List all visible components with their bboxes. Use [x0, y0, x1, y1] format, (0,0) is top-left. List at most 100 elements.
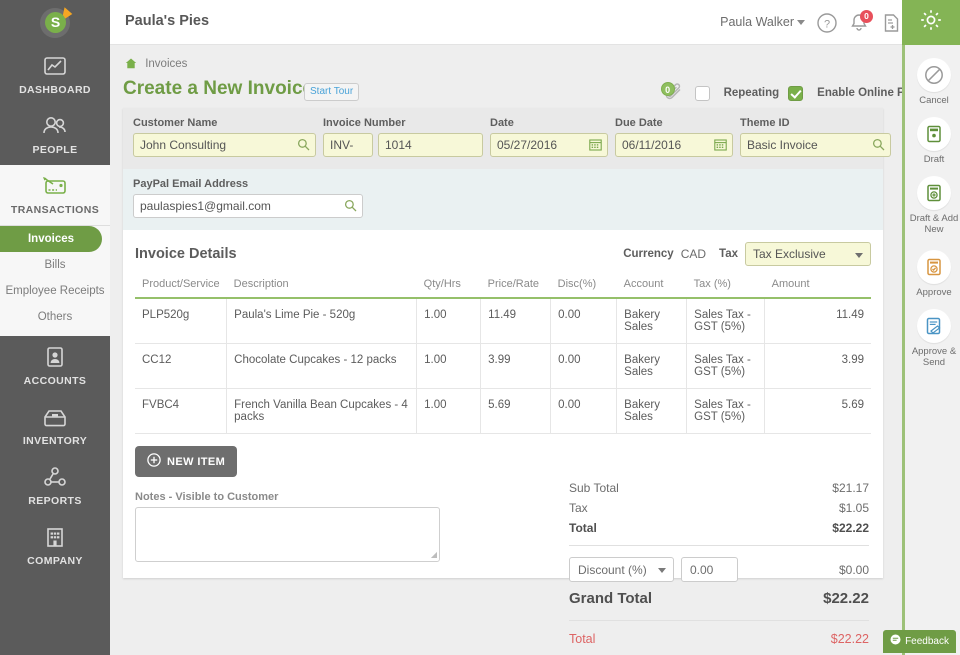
cancel-action-button[interactable]: Cancel — [905, 51, 960, 110]
cell-qty[interactable]: 1.00 — [417, 389, 481, 434]
cell-description[interactable]: Chocolate Cupcakes - 12 packs — [227, 344, 417, 389]
date-input[interactable]: 05/27/2016 — [490, 133, 608, 157]
cell-tax[interactable]: Sales Tax - GST (5%) — [687, 298, 765, 344]
customer-name-value: John Consulting — [140, 138, 226, 152]
sidebar-item-transactions[interactable]: TRANSACTIONS — [0, 165, 110, 225]
action-label: Approve — [907, 287, 960, 298]
cell-price[interactable]: 3.99 — [481, 344, 551, 389]
cell-disc[interactable]: 0.00 — [551, 389, 617, 434]
attachment-button[interactable]: 0 — [662, 83, 686, 103]
calendar-icon[interactable] — [714, 138, 727, 154]
app-logo[interactable]: S — [0, 0, 110, 45]
discount-value-input[interactable]: 0.00 — [681, 557, 738, 582]
invoice-prefix-value: INV- — [330, 138, 353, 152]
repeating-checkbox[interactable] — [695, 86, 710, 101]
due-date-value: 06/11/2016 — [622, 138, 681, 152]
col-description: Description — [227, 274, 417, 298]
sidebar-item-dashboard[interactable]: DASHBOARD — [0, 45, 110, 105]
cell-product[interactable]: FVBC4 — [135, 389, 227, 434]
calendar-icon[interactable] — [589, 138, 602, 154]
notes-textarea[interactable]: ◢ — [135, 507, 440, 562]
cell-product[interactable]: CC12 — [135, 344, 227, 389]
sidebar-item-accounts[interactable]: ACCOUNTS — [0, 336, 110, 396]
cell-description[interactable]: Paula's Lime Pie - 520g — [227, 298, 417, 344]
sidebar-label: PEOPLE — [2, 144, 108, 156]
col-disc: Disc(%) — [551, 274, 617, 298]
cell-price[interactable]: 11.49 — [481, 298, 551, 344]
search-icon[interactable] — [344, 199, 357, 215]
sidebar-item-employee-receipts[interactable]: Employee Receipts — [0, 278, 110, 304]
enable-online-payment-checkbox[interactable] — [788, 86, 803, 101]
sidebar-item-bills[interactable]: Bills — [0, 252, 110, 278]
customer-name-input[interactable]: John Consulting — [133, 133, 316, 157]
resize-handle-icon[interactable]: ◢ — [431, 550, 437, 559]
due-date-input[interactable]: 06/11/2016 — [615, 133, 733, 157]
invoice-card: Customer Name John Consulting Invoice Nu… — [123, 108, 883, 578]
cell-amount: 5.69 — [765, 389, 871, 434]
attachment-count-badge: 0 — [661, 82, 675, 96]
search-icon[interactable] — [872, 138, 885, 154]
col-amount: Amount — [765, 274, 871, 298]
plus-circle-icon — [147, 453, 161, 470]
table-row[interactable]: CC12 Chocolate Cupcakes - 12 packs 1.00 … — [135, 344, 871, 389]
cell-account[interactable]: Bakery Sales — [617, 298, 687, 344]
cell-account[interactable]: Bakery Sales — [617, 389, 687, 434]
approve-check-icon — [917, 250, 951, 284]
cell-description[interactable]: French Vanilla Bean Cupcakes - 4 packs — [227, 389, 417, 434]
start-tour-button[interactable]: Start Tour — [304, 83, 359, 101]
theme-id-value: Basic Invoice — [747, 138, 818, 152]
repeating-label: Repeating — [724, 87, 780, 99]
sidebar-item-inventory[interactable]: INVENTORY — [0, 396, 110, 456]
cell-tax[interactable]: Sales Tax - GST (5%) — [687, 389, 765, 434]
sidebar-item-others[interactable]: Others — [0, 304, 110, 330]
document-add-icon[interactable] — [880, 12, 902, 34]
discount-mode-select[interactable]: Discount (%) — [569, 557, 674, 582]
sidebar-item-reports[interactable]: REPORTS — [0, 456, 110, 516]
paypal-email-input[interactable]: paulaspies1@gmail.com — [133, 194, 363, 218]
cell-disc[interactable]: 0.00 — [551, 344, 617, 389]
sidebar-item-people[interactable]: PEOPLE — [0, 105, 110, 165]
discount-row: Discount (%) 0.00 $0.00 — [569, 553, 869, 584]
table-row[interactable]: PLP520g Paula's Lime Pie - 520g 1.00 11.… — [135, 298, 871, 344]
draft-action-button[interactable]: Draft — [905, 110, 960, 169]
due-date-field-group: Due Date 06/11/2016 — [615, 117, 733, 157]
col-qty: Qty/Hrs — [417, 274, 481, 298]
invoice-number-input[interactable]: 1014 — [378, 133, 483, 157]
breadcrumb[interactable]: Invoices — [125, 58, 187, 72]
action-label: Cancel — [907, 95, 960, 106]
table-row[interactable]: FVBC4 French Vanilla Bean Cupcakes - 4 p… — [135, 389, 871, 434]
divider — [569, 620, 869, 621]
cell-account[interactable]: Bakery Sales — [617, 344, 687, 389]
tax-mode-select[interactable]: Tax Exclusive — [745, 242, 871, 266]
date-value: 05/27/2016 — [497, 138, 557, 152]
currency-value: CAD — [681, 247, 706, 261]
feedback-button[interactable]: Feedback — [883, 630, 956, 653]
sub-total-row: Sub Total $21.17 — [569, 478, 869, 498]
draft-add-new-action-button[interactable]: Draft & Add New — [905, 169, 960, 239]
user-menu[interactable]: Paula Walker — [720, 15, 805, 29]
question-circle-icon[interactable]: ? — [816, 12, 838, 34]
cell-product[interactable]: PLP520g — [135, 298, 227, 344]
bell-icon[interactable]: 0 — [848, 12, 870, 34]
gear-icon — [918, 7, 944, 38]
new-item-button[interactable]: NEW ITEM — [135, 446, 237, 477]
cell-qty[interactable]: 1.00 — [417, 298, 481, 344]
sidebar-item-invoices[interactable]: Invoices — [0, 226, 102, 252]
approve-send-action-button[interactable]: Approve & Send — [905, 302, 960, 372]
card-icon — [2, 175, 108, 201]
cell-price[interactable]: 5.69 — [481, 389, 551, 434]
invoice-prefix-input[interactable]: INV- — [323, 133, 373, 157]
search-icon[interactable] — [297, 138, 310, 154]
cell-tax[interactable]: Sales Tax - GST (5%) — [687, 344, 765, 389]
theme-id-input[interactable]: Basic Invoice — [740, 133, 891, 157]
settings-gear-button[interactable] — [902, 0, 960, 45]
cell-amount: 3.99 — [765, 344, 871, 389]
sidebar-label: TRANSACTIONS — [2, 204, 108, 216]
tax-row: Tax $1.05 — [569, 498, 869, 518]
sidebar-item-company[interactable]: COMPANY — [0, 516, 110, 576]
cell-qty[interactable]: 1.00 — [417, 344, 481, 389]
sub-total-label: Sub Total — [569, 481, 619, 495]
sidebar-label: COMPANY — [2, 555, 108, 567]
cell-disc[interactable]: 0.00 — [551, 298, 617, 344]
approve-action-button[interactable]: Approve — [905, 243, 960, 302]
